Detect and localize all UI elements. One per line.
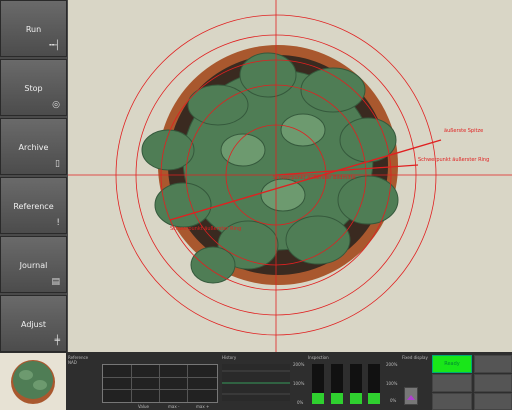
- grid-row: [103, 377, 217, 378]
- fixed-display-icon: [407, 395, 415, 400]
- grid-col: [187, 365, 188, 402]
- inspection-pct-0: 0%: [390, 398, 397, 403]
- inspection-bar: [368, 364, 380, 404]
- reference-grid: [102, 364, 218, 403]
- thumbnail-image: [11, 360, 55, 404]
- camera-view[interactable]: äußerste Spitze Schwerpunkt äußerster Ri…: [68, 0, 512, 352]
- journal-icon: ▤: [51, 277, 60, 287]
- history-pct-100: 100%: [293, 381, 305, 386]
- stop-label: Stop: [24, 84, 43, 93]
- journal-button[interactable]: Journal ▤: [0, 236, 67, 293]
- grid-col: [131, 365, 132, 402]
- reference-panel-sub: NAD: [68, 360, 77, 365]
- archive-label: Archive: [18, 143, 49, 152]
- label-spitze: äußerste Spitze: [444, 128, 483, 134]
- inspection-pct-100: 100%: [386, 381, 398, 386]
- inspection-pct-200: 200%: [386, 362, 398, 367]
- inspection-bar-fill: [350, 392, 362, 404]
- history-label: History: [222, 355, 237, 360]
- inspection-bar-fill: [331, 392, 343, 404]
- stop-button[interactable]: Stop ◎: [0, 59, 67, 116]
- run-icon: ╍┤: [49, 41, 60, 51]
- camera-image: äußerste Spitze Schwerpunkt äußerster Ri…: [68, 0, 512, 352]
- inspection-bar-fill: [312, 392, 324, 404]
- inspection-bar: [312, 364, 324, 404]
- inspection-label: Inspection: [308, 355, 329, 360]
- grid-footer-max-minus: max -: [168, 404, 180, 409]
- reference-label: Reference: [13, 202, 54, 211]
- adjust-label: Adjust: [20, 320, 46, 329]
- history-lines: [222, 370, 290, 395]
- reference-icon: !: [56, 218, 60, 228]
- grid-row: [103, 389, 217, 390]
- label-center: Schwerpunkt äußerster Bildmitte: [273, 175, 356, 181]
- history-pct-200: 200%: [293, 362, 305, 367]
- history-chart: [222, 364, 290, 401]
- run-button[interactable]: Run ╍┤: [0, 0, 67, 57]
- grid-footer-value: Value: [138, 404, 149, 409]
- status-tile[interactable]: [432, 393, 472, 410]
- grid-footer-max-plus: max +: [196, 404, 210, 409]
- status-tile[interactable]: [432, 374, 472, 392]
- stop-icon: ◎: [52, 100, 60, 110]
- history-pct-0: 0%: [297, 400, 304, 405]
- inspection-bar: [331, 364, 343, 404]
- label-left: Schwerpunkt äußerster Ring: [170, 226, 241, 232]
- inspection-bar: [350, 364, 362, 404]
- reference-button[interactable]: Reference !: [0, 177, 67, 234]
- archive-button[interactable]: Archive ▯: [0, 118, 67, 175]
- status-tile[interactable]: [474, 374, 512, 392]
- status-tile[interactable]: [474, 393, 512, 410]
- thumbnail[interactable]: [0, 353, 66, 410]
- label-ring: Schwerpunkt äußerster Ring: [418, 157, 489, 163]
- status-tile[interactable]: [474, 355, 512, 373]
- inspection-bar-fill: [368, 392, 380, 404]
- fixed-display-box: [404, 387, 418, 405]
- fixed-display-label: Fixed display: [402, 355, 428, 360]
- adjust-icon: ╪: [54, 336, 60, 346]
- archive-icon: ▯: [55, 159, 60, 169]
- sidebar: Run ╍┤ Stop ◎ Archive ▯ Reference ! Jour…: [0, 0, 68, 352]
- adjust-button[interactable]: Adjust ╪: [0, 295, 67, 352]
- ready-status: Ready: [432, 355, 472, 373]
- journal-label: Journal: [19, 261, 48, 270]
- run-label: Run: [25, 25, 42, 34]
- grid-col: [159, 365, 160, 402]
